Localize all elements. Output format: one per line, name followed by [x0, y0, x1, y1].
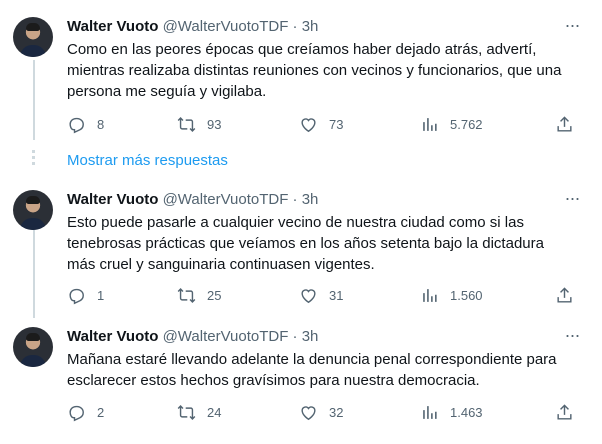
retweet-button[interactable]: 93 — [177, 113, 221, 135]
retweet-count: 25 — [207, 287, 222, 303]
avatar[interactable] — [13, 327, 53, 367]
views-button[interactable]: 5.762 — [420, 113, 483, 135]
views-icon — [423, 405, 437, 419]
like-button[interactable]: 73 — [299, 113, 343, 135]
reply-icon — [69, 288, 84, 304]
tweet-text: Mañana estaré llevando adelante la denun… — [67, 351, 557, 389]
author-handle[interactable]: @WalterVuotoTDF — [163, 191, 289, 208]
share-icon — [557, 403, 572, 420]
tweet-text: Esto puede pasarle a cualquier vecino de… — [67, 214, 544, 273]
more-icon[interactable]: ··· — [562, 326, 582, 348]
timestamp[interactable]: 3h — [302, 191, 319, 208]
views-icon — [423, 117, 437, 131]
thread-gap-dots — [32, 150, 35, 168]
heart-icon — [301, 405, 316, 420]
retweet-button[interactable]: 25 — [177, 284, 221, 306]
like-count: 31 — [329, 287, 344, 303]
separator: · — [292, 18, 298, 35]
like-count: 73 — [329, 116, 344, 132]
timestamp[interactable]: 3h — [302, 328, 319, 345]
views-icon — [423, 288, 437, 302]
views-count: 5.762 — [450, 116, 483, 132]
action-bar: 1 25 31 1.560 — [0, 284, 600, 306]
show-more-replies-link[interactable]: Mostrar más respuestas — [67, 151, 228, 171]
reply-icon — [69, 117, 84, 133]
tweet-header: Walter Vuoto @WalterVuotoTDF · 3h — [67, 17, 318, 37]
tweet-text: Como en las peores épocas que creíamos h… — [67, 41, 562, 100]
timestamp[interactable]: 3h — [302, 18, 319, 35]
share-button[interactable] — [555, 401, 574, 423]
views-count: 1.463 — [450, 404, 483, 420]
retweet-count: 24 — [207, 404, 222, 420]
reply-icon — [69, 405, 84, 421]
like-button[interactable]: 32 — [299, 401, 343, 423]
author-handle[interactable]: @WalterVuotoTDF — [163, 328, 289, 345]
author-handle[interactable]: @WalterVuotoTDF — [163, 18, 289, 35]
reply-count: 1 — [97, 287, 105, 303]
share-icon — [557, 286, 572, 303]
retweet-icon — [177, 404, 196, 420]
reply-button[interactable]: 8 — [67, 113, 104, 135]
action-bar: 8 93 73 5.762 — [0, 113, 600, 135]
avatar[interactable] — [13, 190, 53, 230]
share-icon — [557, 115, 572, 132]
avatar[interactable] — [13, 17, 53, 57]
separator: · — [292, 328, 298, 345]
author-name[interactable]: Walter Vuoto — [67, 328, 158, 345]
author-name[interactable]: Walter Vuoto — [67, 191, 158, 208]
retweet-icon — [177, 116, 196, 132]
tweet[interactable]: Walter Vuoto @WalterVuotoTDF · 3h ··· Es… — [0, 189, 600, 306]
heart-icon — [301, 117, 316, 132]
heart-icon — [301, 288, 316, 303]
reply-button[interactable]: 1 — [67, 284, 104, 306]
share-button[interactable] — [555, 113, 574, 135]
separator: · — [292, 191, 298, 208]
views-count: 1.560 — [450, 287, 483, 303]
retweet-button[interactable]: 24 — [177, 401, 221, 423]
tweet-header: Walter Vuoto @WalterVuotoTDF · 3h — [67, 327, 318, 347]
retweet-count: 93 — [207, 116, 222, 132]
tweet-header: Walter Vuoto @WalterVuotoTDF · 3h — [67, 190, 318, 210]
retweet-icon — [177, 287, 196, 303]
like-count: 32 — [329, 404, 344, 420]
like-button[interactable]: 31 — [299, 284, 343, 306]
views-button[interactable]: 1.463 — [420, 401, 483, 423]
views-button[interactable]: 1.560 — [420, 284, 483, 306]
reply-count: 2 — [97, 404, 105, 420]
action-bar: 2 24 32 1.463 — [0, 401, 600, 423]
tweet[interactable]: Walter Vuoto @WalterVuotoTDF · 3h ··· Ma… — [0, 326, 600, 423]
more-icon[interactable]: ··· — [562, 16, 582, 38]
reply-count: 8 — [97, 116, 105, 132]
tweet[interactable]: Walter Vuoto @WalterVuotoTDF · 3h ··· Co… — [0, 16, 600, 137]
share-button[interactable] — [555, 284, 574, 306]
reply-button[interactable]: 2 — [67, 401, 104, 423]
author-name[interactable]: Walter Vuoto — [67, 18, 158, 35]
more-icon[interactable]: ··· — [562, 189, 582, 211]
